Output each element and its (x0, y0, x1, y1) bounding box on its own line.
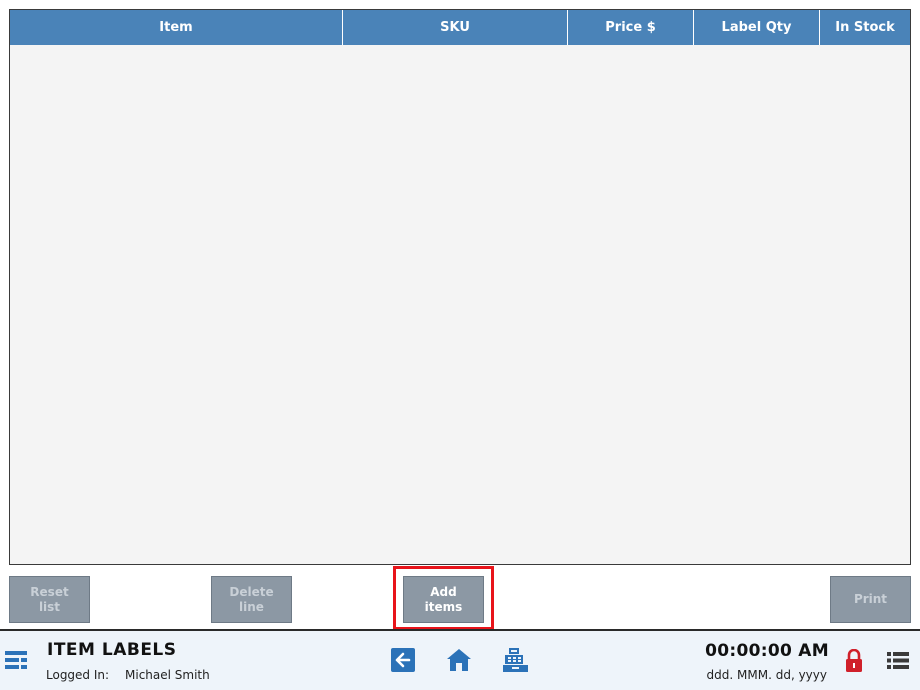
clock-time: 00:00:00 AM (705, 641, 829, 661)
print-button[interactable]: Print (830, 576, 911, 623)
delete-line-button[interactable]: Delete line (211, 576, 292, 623)
column-header-item[interactable]: Item (10, 10, 343, 45)
column-header-in-stock[interactable]: In Stock (820, 10, 910, 45)
status-bar: ITEM LABELS Logged In: Michael Smith 00:… (0, 629, 920, 690)
lock-icon[interactable] (845, 649, 863, 673)
column-header-sku[interactable]: SKU (343, 10, 568, 45)
column-header-label-qty[interactable]: Label Qty (694, 10, 820, 45)
logged-in-user: Michael Smith (125, 668, 210, 682)
table-body[interactable] (10, 45, 910, 564)
list-icon[interactable] (887, 652, 909, 669)
item-labels-screen: Item SKU Price $ Label Qty In Stock Rese… (0, 0, 920, 690)
reset-list-button[interactable]: Reset list (9, 576, 90, 623)
column-header-price[interactable]: Price $ (568, 10, 694, 45)
cash-register-icon[interactable] (503, 647, 529, 673)
logged-in-label: Logged In: (46, 668, 110, 682)
screen-title: ITEM LABELS (47, 640, 177, 660)
add-items-button[interactable]: Add items (403, 576, 484, 623)
back-arrow-icon[interactable] (391, 648, 415, 672)
table-header: Item SKU Price $ Label Qty In Stock (10, 10, 910, 45)
grid-menu-icon[interactable] (5, 651, 27, 669)
home-icon[interactable] (446, 648, 472, 672)
item-labels-table: Item SKU Price $ Label Qty In Stock (9, 9, 911, 565)
clock-date: ddd. MMM. dd, yyyy (706, 668, 827, 682)
